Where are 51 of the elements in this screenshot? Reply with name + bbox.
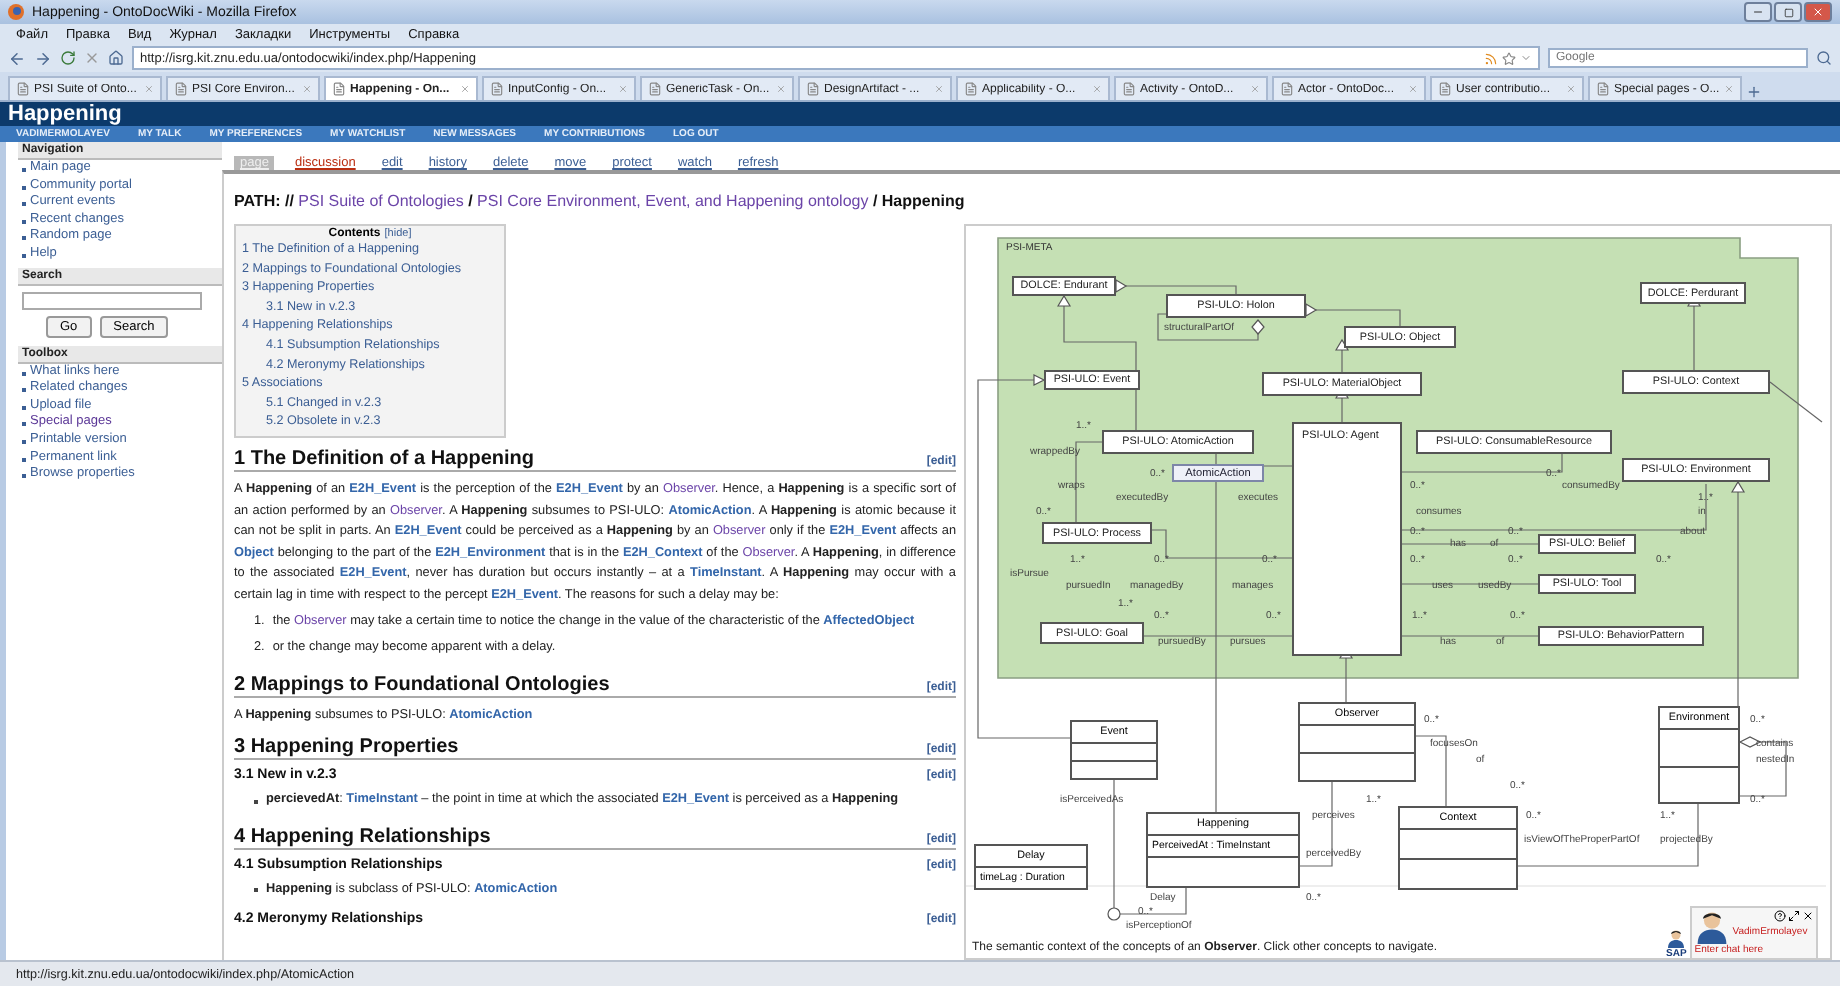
connector-line	[1401, 583, 1539, 585]
connector-line	[1769, 381, 1823, 423]
page-icon	[174, 82, 188, 96]
page-icon	[1122, 82, 1136, 96]
connector-line	[1401, 635, 1539, 637]
maximize-button[interactable]	[1774, 2, 1802, 22]
stop-button[interactable]	[84, 50, 100, 66]
site-title: Happening	[8, 102, 122, 126]
reload-button[interactable]	[60, 50, 76, 66]
page-icon	[964, 82, 978, 96]
avatar-icon	[1694, 908, 1731, 944]
section-heading: 1 The Definition of a Happening	[234, 447, 534, 470]
app-icon	[8, 4, 24, 20]
page-icon	[1596, 82, 1610, 96]
section-heading: 3 Happening Properties	[234, 736, 459, 759]
back-button[interactable]	[8, 49, 26, 67]
link[interactable]: PSI Suite of Ontologies	[298, 192, 464, 210]
connector-line	[1401, 543, 1539, 545]
dropdown-icon[interactable]	[1520, 51, 1532, 63]
maximize-icon	[1783, 7, 1793, 17]
avatar-icon	[1666, 928, 1687, 948]
breadcrumb-path: PATH: // PSI Suite of Ontologies / PSI Core Environment, Event, and Happening ontology / Happening	[234, 192, 967, 210]
minimize-icon	[1752, 6, 1764, 18]
generalization-arrow	[1334, 338, 1350, 373]
minimize-button[interactable]	[1744, 2, 1772, 22]
section-heading: 4 Happening Relationships	[234, 825, 491, 848]
aggregation-line	[1157, 313, 1265, 341]
page-icon	[490, 82, 504, 96]
close-icon[interactable]	[1802, 910, 1814, 922]
home-button[interactable]	[108, 50, 124, 66]
help-icon[interactable]	[1774, 910, 1786, 922]
page-icon	[16, 82, 30, 96]
search-button[interactable]	[1816, 50, 1832, 66]
search-field[interactable]	[22, 291, 202, 310]
section-heading: 2 Mappings to Foundational Ontologies	[234, 673, 610, 696]
page-icon	[332, 82, 346, 96]
new-tab-button[interactable]	[1746, 84, 1762, 100]
close-icon	[1812, 6, 1824, 18]
page-icon	[1438, 82, 1452, 96]
connector-line	[1119, 887, 1187, 915]
page-icon	[648, 82, 662, 96]
interface-circle	[1107, 907, 1121, 921]
feed-icon[interactable]	[1484, 51, 1498, 65]
page-icon	[1280, 82, 1294, 96]
close-button[interactable]	[1804, 2, 1832, 22]
page-icon	[806, 82, 820, 96]
bookmark-star-icon[interactable]	[1502, 51, 1516, 65]
generalization-arrow	[1305, 302, 1401, 327]
connector-line	[1113, 779, 1115, 909]
link[interactable]: PSI Core Environment, Event, and Happening ontology	[477, 192, 869, 210]
forward-button[interactable]	[34, 49, 52, 67]
